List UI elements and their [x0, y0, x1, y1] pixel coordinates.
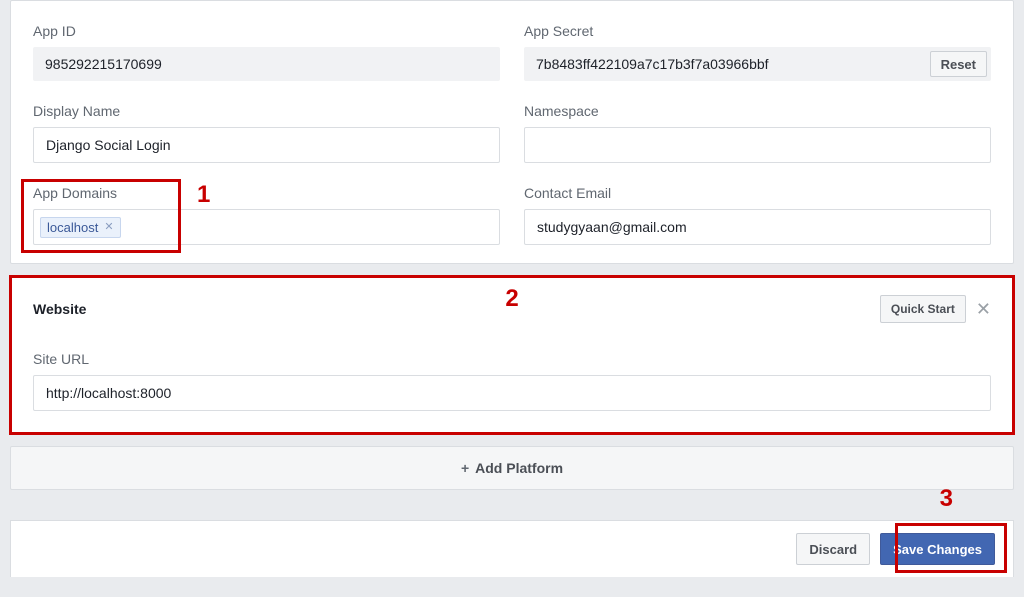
- namespace-label: Namespace: [524, 103, 991, 119]
- save-changes-button[interactable]: Save Changes: [880, 533, 995, 565]
- app-domains-input[interactable]: localhost ✕: [33, 209, 500, 245]
- contact-email-input[interactable]: [524, 209, 991, 245]
- app-domains-label: App Domains: [33, 185, 500, 201]
- website-panel: Website Quick Start ✕ Site URL 2: [10, 276, 1014, 434]
- display-name-input[interactable]: [33, 127, 500, 163]
- domain-token[interactable]: localhost ✕: [40, 217, 121, 238]
- website-heading: Website: [33, 301, 86, 317]
- reset-secret-button[interactable]: Reset: [930, 51, 987, 77]
- namespace-input[interactable]: [524, 127, 991, 163]
- add-platform-button[interactable]: + Add Platform: [10, 446, 1014, 490]
- discard-button[interactable]: Discard: [796, 533, 870, 565]
- site-url-label: Site URL: [33, 351, 991, 367]
- app-secret-value: 7b8483ff422109a7c17b3f7a03966bbf Reset: [524, 47, 991, 81]
- plus-icon: +: [461, 460, 469, 476]
- quick-start-button[interactable]: Quick Start: [880, 295, 966, 323]
- app-id-value: 985292215170699: [33, 47, 500, 81]
- contact-email-label: Contact Email: [524, 185, 991, 201]
- display-name-label: Display Name: [33, 103, 500, 119]
- close-icon[interactable]: ✕: [976, 300, 991, 318]
- basic-settings-card: App ID 985292215170699 App Secret 7b8483…: [10, 0, 1014, 264]
- footer-bar: Discard Save Changes 3: [10, 520, 1014, 577]
- app-id-label: App ID: [33, 23, 500, 39]
- remove-domain-icon[interactable]: ✕: [104, 222, 113, 233]
- site-url-input[interactable]: [33, 375, 991, 411]
- app-secret-label: App Secret: [524, 23, 991, 39]
